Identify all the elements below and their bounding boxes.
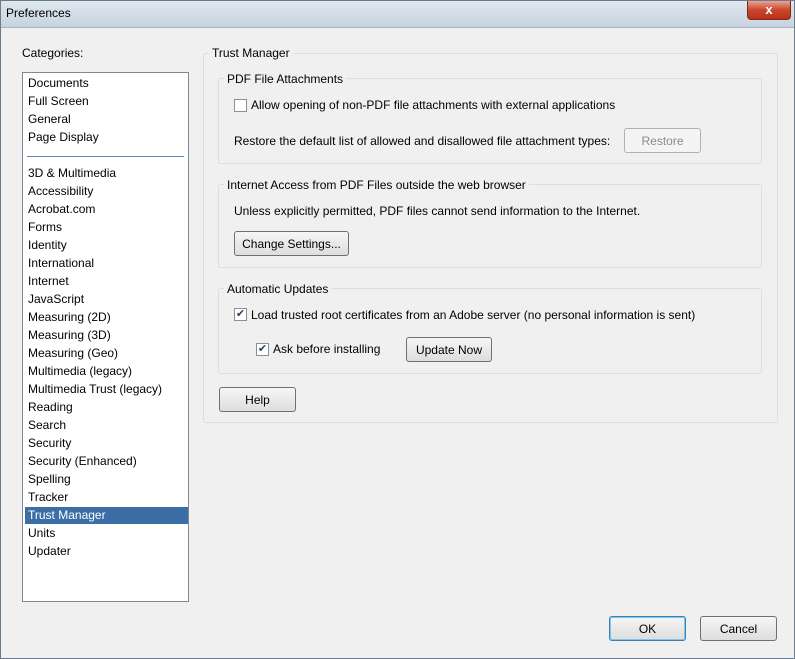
ok-button[interactable]: OK xyxy=(609,616,686,641)
category-item[interactable]: Multimedia (legacy) xyxy=(25,363,188,380)
category-item[interactable]: Forms xyxy=(25,219,188,236)
category-item[interactable]: Security xyxy=(25,435,188,452)
category-item[interactable]: Spelling xyxy=(25,471,188,488)
window-title: Preferences xyxy=(6,6,71,20)
internet-access-title: Internet Access from PDF Files outside t… xyxy=(224,178,529,192)
category-item[interactable]: Internet xyxy=(25,273,188,290)
category-item[interactable]: Updater xyxy=(25,543,188,560)
close-button[interactable]: x xyxy=(747,1,791,20)
category-item[interactable]: Measuring (2D) xyxy=(25,309,188,326)
restore-description: Restore the default list of allowed and … xyxy=(234,134,611,148)
category-item[interactable]: Acrobat.com xyxy=(25,201,188,218)
category-item[interactable]: General xyxy=(25,111,188,128)
change-settings-button[interactable]: Change Settings... xyxy=(234,231,349,256)
category-item[interactable]: Identity xyxy=(25,237,188,254)
allow-attachments-checkbox[interactable] xyxy=(234,99,247,112)
category-item[interactable]: Trust Manager xyxy=(25,507,188,524)
load-certificates-checkbox[interactable]: ✔ xyxy=(234,308,247,321)
internet-access-info: Unless explicitly permitted, PDF files c… xyxy=(234,204,641,218)
categories-list[interactable]: Documents Full Screen General Page Display 3… xyxy=(22,72,189,602)
panel-title: Trust Manager xyxy=(209,46,293,60)
help-button[interactable]: Help xyxy=(219,387,296,412)
load-certificates-label[interactable]: Load trusted root certificates from an A… xyxy=(251,308,695,322)
category-item[interactable]: Multimedia Trust (legacy) xyxy=(25,381,188,398)
category-item[interactable]: Search xyxy=(25,417,188,434)
close-icon: x xyxy=(765,2,773,17)
category-item[interactable]: Page Display xyxy=(25,129,188,146)
pdf-attachments-title: PDF File Attachments xyxy=(224,72,347,86)
category-item[interactable]: Security (Enhanced) xyxy=(25,453,188,470)
preferences-dialog: Preferences x Categories: Documents Full … xyxy=(0,0,795,659)
category-item[interactable]: Documents xyxy=(25,75,188,92)
update-now-button[interactable]: Update Now xyxy=(406,337,492,362)
ask-before-installing-checkbox[interactable]: ✔ xyxy=(256,343,269,356)
category-item[interactable]: JavaScript xyxy=(25,291,188,308)
restore-button[interactable]: Restore xyxy=(624,128,701,153)
allow-attachments-label[interactable]: Allow opening of non-PDF file attachment… xyxy=(251,98,615,112)
category-item[interactable]: 3D & Multimedia xyxy=(25,165,188,182)
category-item[interactable]: Units xyxy=(25,525,188,542)
category-item[interactable]: Tracker xyxy=(25,489,188,506)
ask-before-installing-label[interactable]: Ask before installing xyxy=(273,342,380,356)
category-item[interactable]: Full Screen xyxy=(25,93,188,110)
automatic-updates-title: Automatic Updates xyxy=(224,282,332,296)
category-item[interactable]: Measuring (3D) xyxy=(25,327,188,344)
category-item[interactable]: International xyxy=(25,255,188,272)
categories-label: Categories: xyxy=(22,46,84,60)
category-item[interactable]: Measuring (Geo) xyxy=(25,345,188,362)
category-item[interactable]: Reading xyxy=(25,399,188,416)
title-bar[interactable]: Preferences x xyxy=(1,1,794,28)
categories-separator xyxy=(27,156,184,157)
category-item[interactable]: Accessibility xyxy=(25,183,188,200)
cancel-button[interactable]: Cancel xyxy=(700,616,777,641)
